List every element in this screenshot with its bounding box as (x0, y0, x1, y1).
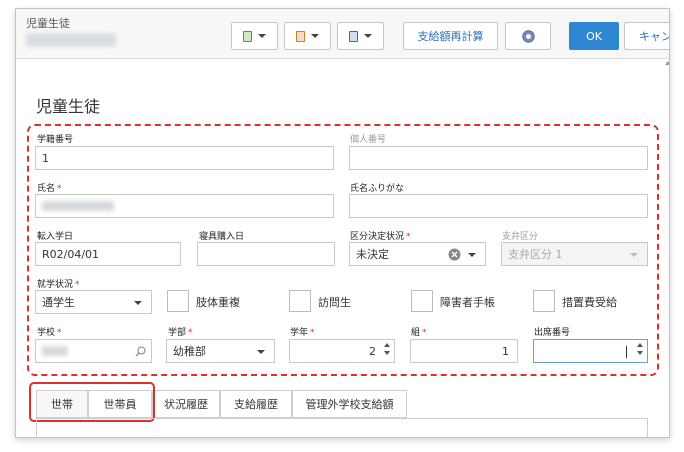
blue-document-dropdown[interactable] (337, 22, 384, 50)
chevron-down-icon (364, 34, 372, 38)
decrement-icon[interactable] (384, 351, 390, 355)
school-input[interactable] (35, 339, 152, 363)
help-button[interactable] (505, 22, 551, 50)
attendance-spinner[interactable] (637, 343, 643, 355)
department-label: 学部 * (168, 328, 193, 338)
blurred-subtitle (26, 33, 116, 47)
tab-payment-history[interactable]: 支給履歴 (220, 390, 292, 418)
class-label: 組 * (411, 328, 427, 338)
student-dialog: 児童生徒 支給額再計算 OK キャン 児童生徒 学籍番号 1 個人番号 氏名 *… (15, 8, 670, 438)
clear-icon[interactable] (448, 248, 461, 261)
green-document-icon (243, 30, 252, 42)
chevron-down-icon (630, 253, 638, 257)
chevron-down-icon (468, 253, 476, 257)
increment-icon[interactable] (384, 343, 390, 347)
checkbox-label: 肢体重複 (196, 296, 240, 309)
checkbox-label: 障害者手帳 (440, 296, 495, 309)
chevron-down-icon (311, 34, 319, 38)
blue-document-icon (349, 30, 358, 42)
page-title: 児童生徒 (36, 97, 101, 116)
orange-document-dropdown[interactable] (284, 22, 331, 50)
grade-label: 学年 * (290, 328, 315, 338)
checkbox-label: 訪問生 (318, 296, 351, 309)
tab-panel (36, 418, 648, 437)
blurred-name (42, 201, 114, 211)
name-kana-label: 氏名ふりがな (350, 184, 405, 194)
checkbox-measure-expense[interactable] (533, 290, 555, 312)
search-icon[interactable] (135, 346, 146, 357)
personal-no-input[interactable] (349, 146, 648, 170)
school-label: 学校 * (37, 328, 62, 338)
category-status-select[interactable]: 未決定 (349, 242, 486, 266)
checkbox-visiting-student[interactable] (289, 290, 311, 312)
recalculate-label: 支給額再計算 (417, 30, 484, 43)
name-kana-input[interactable] (349, 194, 648, 218)
checkbox-limb-disability[interactable] (167, 290, 189, 312)
decrement-icon[interactable] (637, 351, 643, 355)
support-category-label: 支弁区分 (502, 232, 539, 242)
attendance-no-stepper[interactable] (533, 339, 648, 363)
enrollment-label: 就学状況 * (37, 280, 80, 290)
attendance-no-label: 出席番号 (534, 328, 571, 338)
support-category-select[interactable]: 支弁区分 1 (501, 242, 648, 266)
tabs-highlight (29, 382, 155, 422)
cancel-button[interactable]: キャン (624, 22, 669, 50)
tab-external-school-payments[interactable]: 管理外学校支給額 (292, 390, 407, 418)
dialog-header: 児童生徒 支給額再計算 OK キャン (16, 9, 669, 59)
increment-icon[interactable] (637, 343, 643, 347)
class-input[interactable]: 1 (410, 339, 518, 363)
name-label: 氏名 * (37, 184, 62, 194)
tab-status-history[interactable]: 状況履歴 (152, 390, 220, 418)
grade-stepper[interactable]: 2 (289, 339, 395, 363)
text-cursor (626, 346, 627, 358)
chevron-down-icon (134, 301, 142, 305)
name-input[interactable] (35, 194, 334, 218)
transfer-date-label: 転入学日 (37, 232, 74, 242)
dialog-title: 児童生徒 (26, 17, 70, 30)
blurred-school (42, 346, 68, 356)
category-status-label: 区分決定状況 * (350, 232, 411, 242)
student-no-input[interactable]: 1 (35, 146, 334, 170)
chevron-down-icon (258, 34, 266, 38)
bedding-date-label: 寝具購入日 (199, 232, 245, 242)
ok-button[interactable]: OK (569, 22, 619, 50)
orange-document-icon (296, 30, 305, 42)
bedding-date-input[interactable] (197, 242, 335, 266)
transfer-date-input[interactable]: R02/04/01 (35, 242, 181, 266)
chevron-down-icon (257, 350, 265, 354)
personal-no-label: 個人番号 (350, 135, 387, 145)
checkbox-label: 措置費受給 (562, 296, 617, 309)
grade-spinner[interactable] (384, 343, 390, 355)
department-select[interactable]: 幼稚部 (166, 339, 275, 363)
checkbox-disability-certificate[interactable] (411, 290, 433, 312)
enrollment-select[interactable]: 通学生 (35, 290, 152, 314)
student-no-label: 学籍番号 (37, 135, 74, 145)
vertical-scrollbar[interactable] (665, 61, 670, 438)
green-document-dropdown[interactable] (231, 22, 278, 50)
recalculate-button[interactable]: 支給額再計算 (403, 22, 498, 50)
help-icon (521, 29, 535, 43)
